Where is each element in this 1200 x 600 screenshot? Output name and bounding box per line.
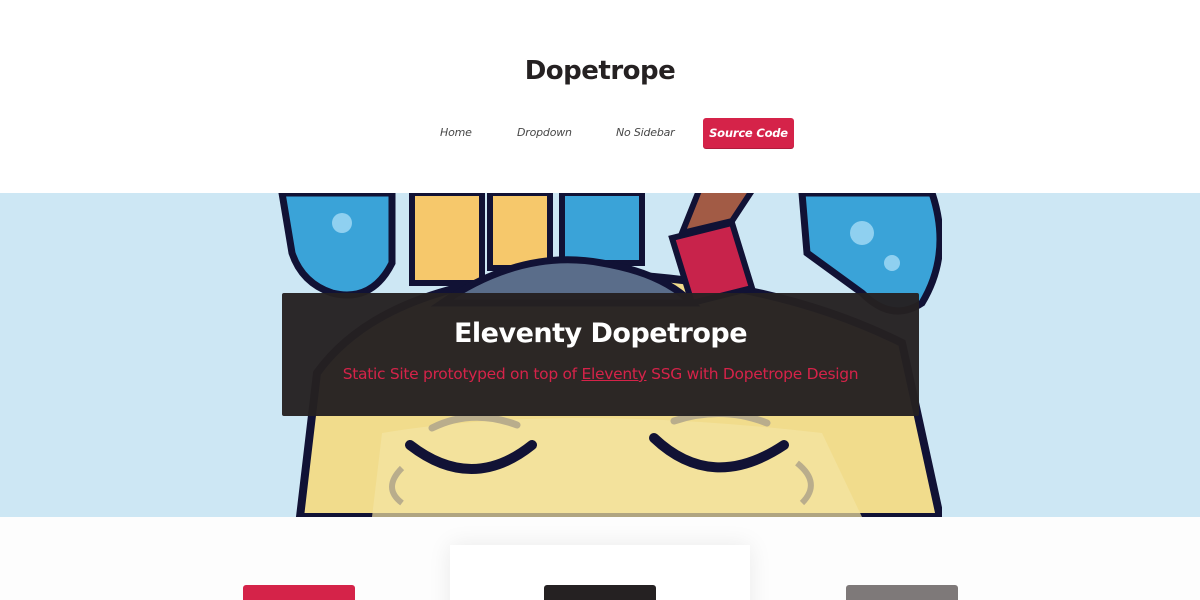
features-section xyxy=(0,517,1200,600)
banner-caption: Eleventy Dopetrope Static Site prototype… xyxy=(282,293,919,416)
banner-subtitle: Static Site prototyped on top of Elevent… xyxy=(282,365,919,383)
banner-title: Eleventy Dopetrope xyxy=(453,318,748,349)
feature-tile-gray[interactable] xyxy=(846,585,958,600)
main-nav: Home Dropdown No Sidebar Source Code xyxy=(0,118,1200,148)
nav-item-home[interactable]: Home xyxy=(440,118,472,148)
site-title[interactable]: Dopetrope xyxy=(0,56,1200,86)
eleventy-link[interactable]: Eleventy xyxy=(581,365,646,383)
banner-subtitle-after: SSG with Dopetrope Design xyxy=(651,365,859,383)
source-code-button[interactable]: Source Code xyxy=(703,118,794,148)
site-header: Dopetrope Home Dropdown No Sidebar Sourc… xyxy=(0,0,1200,193)
feature-tile-red[interactable] xyxy=(243,585,355,600)
banner-subtitle-before: Static Site prototyped on top of xyxy=(342,365,577,383)
hero-banner: Eleventy Dopetrope Static Site prototype… xyxy=(0,193,1200,517)
feature-tile-dark[interactable] xyxy=(544,585,656,600)
nav-item-no-sidebar[interactable]: No Sidebar xyxy=(616,118,675,148)
nav-item-dropdown[interactable]: Dropdown xyxy=(517,118,572,148)
